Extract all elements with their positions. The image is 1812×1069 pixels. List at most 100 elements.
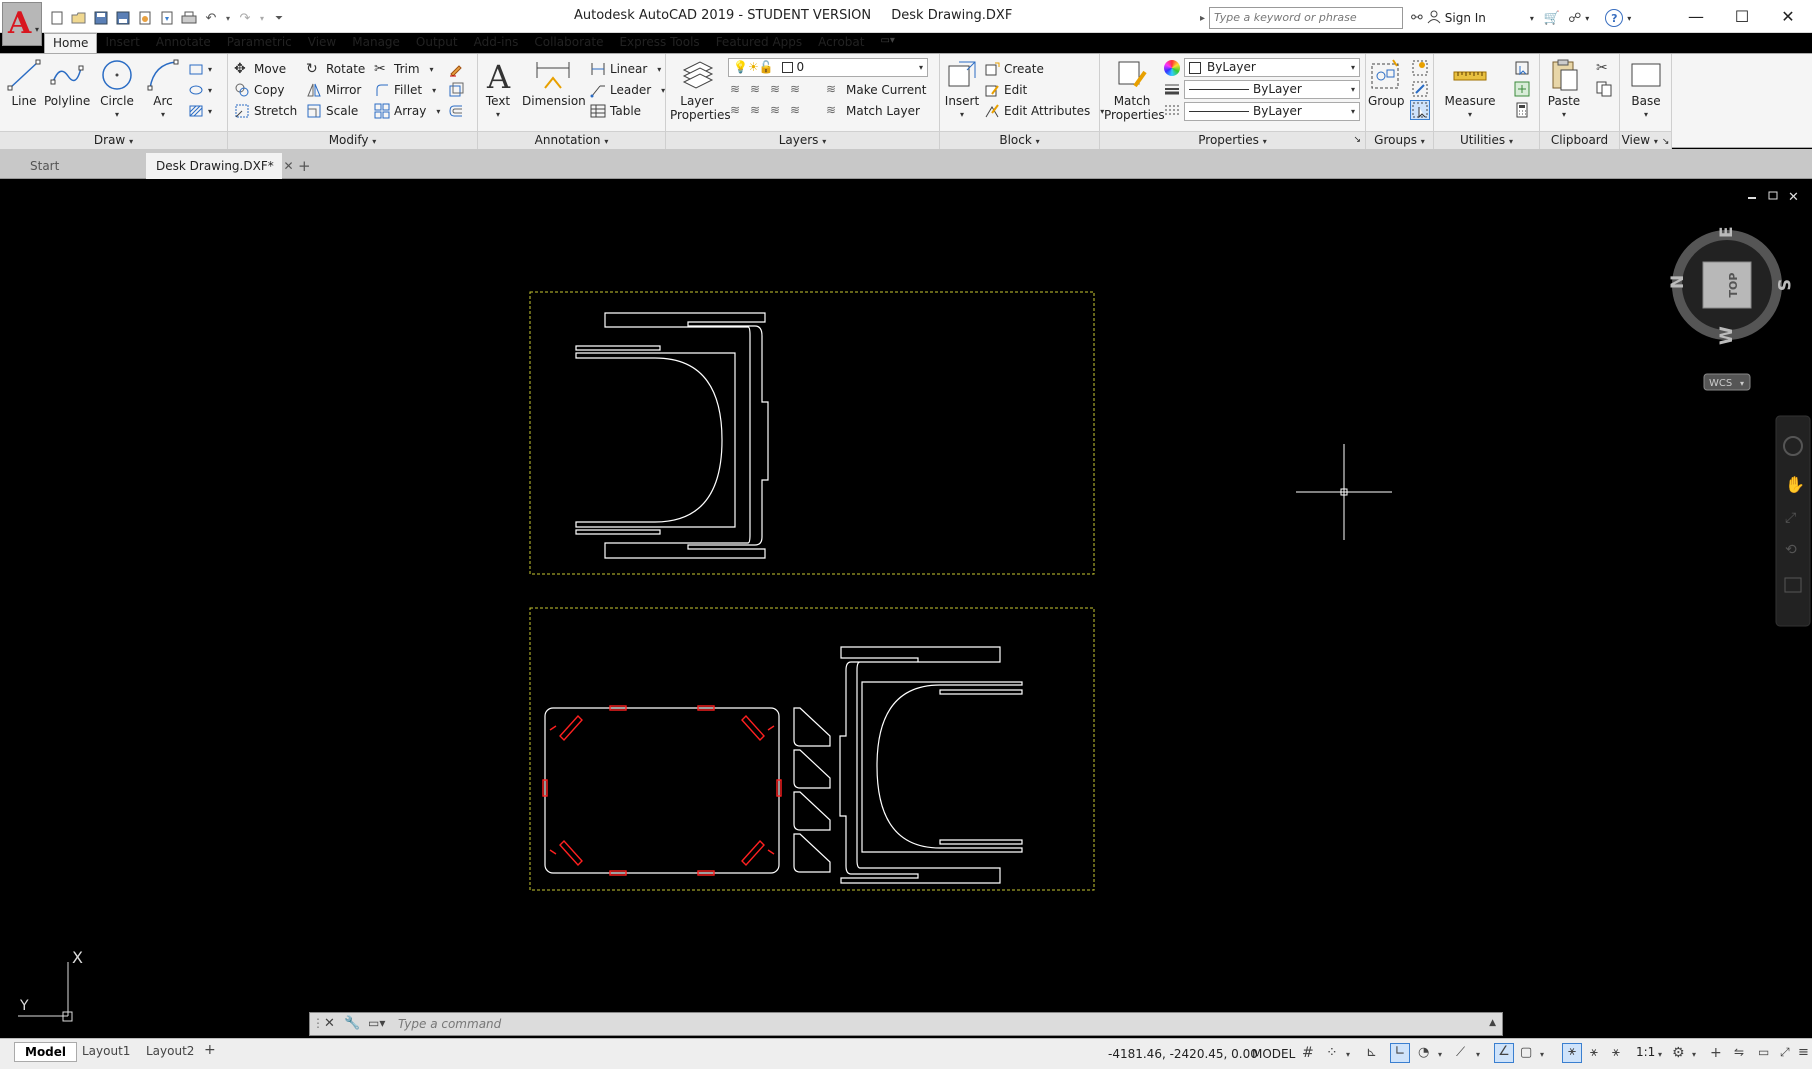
search-input[interactable]: Type a keyword or phrase — [1209, 7, 1404, 29]
coordinate-readout[interactable]: -4181.46, -2420.45, 0.00 — [1108, 1047, 1258, 1061]
minimize-button[interactable]: — — [1676, 4, 1716, 28]
copy-clip-icon[interactable] — [1596, 81, 1612, 97]
layer-dropdown[interactable]: 💡☀🔓 0 ▾ — [728, 58, 928, 77]
circle-dropdown-icon[interactable]: ▾ — [98, 108, 136, 122]
trim-button[interactable]: ✂ Trim ▾ — [374, 59, 434, 79]
drawing-canvas[interactable]: ✕ X Y TOP N S E W WCS ▾ ✋ ⤢ ⟲ ⋮ ✕ 🔧 ▭▾ T… — [0, 180, 1812, 1040]
undo-icon[interactable]: ↶ — [202, 9, 220, 27]
calculator-icon[interactable] — [1514, 102, 1530, 118]
tab-acrobat[interactable]: Acrobat — [810, 33, 872, 53]
layer-unlock-icon[interactable]: ≋ — [790, 103, 806, 119]
layers-panel-title[interactable]: Layers ▾ — [666, 131, 939, 149]
command-close-icon[interactable]: ✕ — [324, 1016, 335, 1031]
orbit-icon[interactable]: ⟲ — [1785, 542, 1797, 558]
circle-button[interactable]: Circle ▾ — [98, 58, 136, 122]
model-space-toggle[interactable]: MODEL — [1252, 1047, 1295, 1061]
open-icon[interactable] — [70, 9, 88, 27]
new-icon[interactable] — [48, 9, 66, 27]
linetype-dropdown[interactable]: ByLayer ▾ — [1184, 80, 1360, 99]
utilities-panel-title[interactable]: Utilities ▾ — [1434, 131, 1539, 149]
tab-collaborate[interactable]: Collaborate — [526, 33, 611, 53]
view-launcher-icon[interactable]: ↘ — [1662, 137, 1670, 147]
view-panel-title[interactable]: View ▾ ↘ — [1620, 131, 1671, 149]
copy-button[interactable]: Copy — [234, 80, 284, 100]
rectangle-button[interactable]: ▾ — [188, 59, 212, 79]
linetype-icon[interactable] — [1164, 81, 1180, 97]
edit-block-button[interactable]: Edit — [984, 80, 1027, 100]
workspace-gear-icon[interactable]: ⚙ — [1672, 1045, 1688, 1061]
color-wheel-icon[interactable] — [1164, 60, 1180, 76]
fillet-button[interactable]: Fillet ▾ — [374, 80, 436, 100]
paste-dropdown-icon[interactable]: ▾ — [1544, 108, 1584, 122]
block-panel-title[interactable]: Block ▾ — [940, 131, 1099, 149]
cart-icon[interactable]: 🛒 — [1544, 11, 1560, 26]
customize-status-icon[interactable]: ≡ — [1798, 1045, 1812, 1061]
tab-parametric[interactable]: Parametric — [219, 33, 300, 53]
line-button[interactable]: Line — [6, 58, 42, 108]
move-button[interactable]: ✥ Move — [234, 59, 286, 79]
annotation-monitor-icon[interactable]: + — [1710, 1045, 1726, 1061]
layer-unisolate-icon[interactable]: ≋ — [750, 103, 766, 119]
measure-button[interactable]: Measure ▾ — [1444, 58, 1496, 122]
save-icon[interactable] — [92, 9, 110, 27]
clipboard-panel-title[interactable]: Clipboard — [1540, 131, 1619, 149]
measure-dropdown-icon[interactable]: ▾ — [1444, 108, 1496, 122]
workspace-dropdown-icon[interactable]: ▾ — [1692, 1050, 1708, 1066]
draw-panel-title[interactable]: Draw ▾ — [0, 131, 227, 149]
layout-tab-layout2[interactable]: Layout2 — [136, 1042, 204, 1062]
command-history-icon[interactable]: ▭▾ — [368, 1016, 385, 1030]
layer-on-tool-icon[interactable]: ≋ — [730, 103, 746, 119]
compass-north[interactable]: N — [1668, 275, 1688, 289]
leader-button[interactable]: Leader ▾ — [590, 80, 665, 100]
snap-icon[interactable]: ⁘ — [1326, 1045, 1342, 1061]
arc-dropdown-icon[interactable]: ▾ — [146, 108, 180, 122]
match-layer-button[interactable]: ≋ Match Layer — [826, 101, 920, 121]
undo-dropdown-icon[interactable]: ▾ — [224, 9, 232, 27]
maximize-button[interactable]: ☐ — [1722, 4, 1762, 28]
quick-select-icon[interactable] — [1514, 60, 1530, 76]
viewport-close-icon[interactable]: ✕ — [1788, 190, 1799, 205]
polar-tracking-icon[interactable]: ◔ — [1418, 1045, 1434, 1061]
command-grip-icon[interactable]: ⋮ — [312, 1016, 324, 1030]
annotation-panel-title[interactable]: Annotation ▾ — [478, 131, 665, 149]
array-dropdown-icon[interactable]: ▾ — [436, 107, 440, 116]
isometric-dropdown-icon[interactable]: ▾ — [1476, 1050, 1492, 1066]
compass-east[interactable]: E — [1717, 226, 1737, 238]
insert-dropdown-icon[interactable]: ▾ — [944, 108, 980, 122]
add-layout-button[interactable]: + — [198, 1042, 222, 1062]
linear-dropdown-icon[interactable]: ▾ — [657, 65, 661, 74]
array-button[interactable]: Array ▾ — [374, 101, 440, 121]
tab-express-tools[interactable]: Express Tools — [611, 33, 707, 53]
compass-west[interactable]: W — [1717, 326, 1737, 345]
base-dropdown-icon[interactable]: ▾ — [1626, 108, 1666, 122]
color-dropdown[interactable]: ByLayer ▾ — [1184, 58, 1360, 77]
gradient-button[interactable]: ▾ — [188, 101, 212, 121]
tab-desk-drawing[interactable]: Desk Drawing.DXF* ✕ — [146, 153, 294, 179]
ortho-icon[interactable]: ∟ — [1390, 1043, 1410, 1063]
fillet-dropdown-icon[interactable]: ▾ — [432, 86, 436, 95]
text-dropdown-icon[interactable]: ▾ — [484, 108, 512, 122]
help-dropdown-icon[interactable]: ▾ — [1627, 14, 1631, 23]
plot-icon[interactable] — [180, 9, 198, 27]
group-button[interactable]: Group — [1368, 58, 1405, 108]
layer-properties-button[interactable]: Layer Properties — [670, 58, 731, 122]
table-button[interactable]: Table — [590, 101, 641, 121]
base-view-button[interactable]: Base ▾ — [1626, 58, 1666, 122]
leader-dropdown-icon[interactable]: ▾ — [661, 86, 665, 95]
tab-annotate[interactable]: Annotate — [148, 33, 219, 53]
ungroup-icon[interactable] — [1412, 60, 1428, 76]
lineweight-icon[interactable] — [1164, 102, 1180, 118]
layer-off-icon[interactable]: ≋ — [730, 82, 746, 98]
modify-panel-title[interactable]: Modify ▾ — [228, 131, 477, 149]
tab-add-ins[interactable]: Add-ins — [466, 33, 527, 53]
command-input[interactable]: Type a command — [398, 1017, 501, 1031]
save-as-icon[interactable] — [114, 9, 132, 27]
paste-button[interactable]: Paste ▾ — [1544, 58, 1584, 122]
count-icon[interactable] — [1514, 81, 1530, 97]
save-web-icon[interactable] — [158, 9, 176, 27]
properties-launcher-icon[interactable]: ↘ — [1353, 132, 1361, 149]
tab-featured-apps[interactable]: Featured Apps — [708, 33, 810, 53]
polyline-button[interactable]: Polyline — [44, 58, 90, 108]
arc-button[interactable]: Arc ▾ — [146, 58, 180, 122]
open-web-icon[interactable] — [136, 9, 154, 27]
